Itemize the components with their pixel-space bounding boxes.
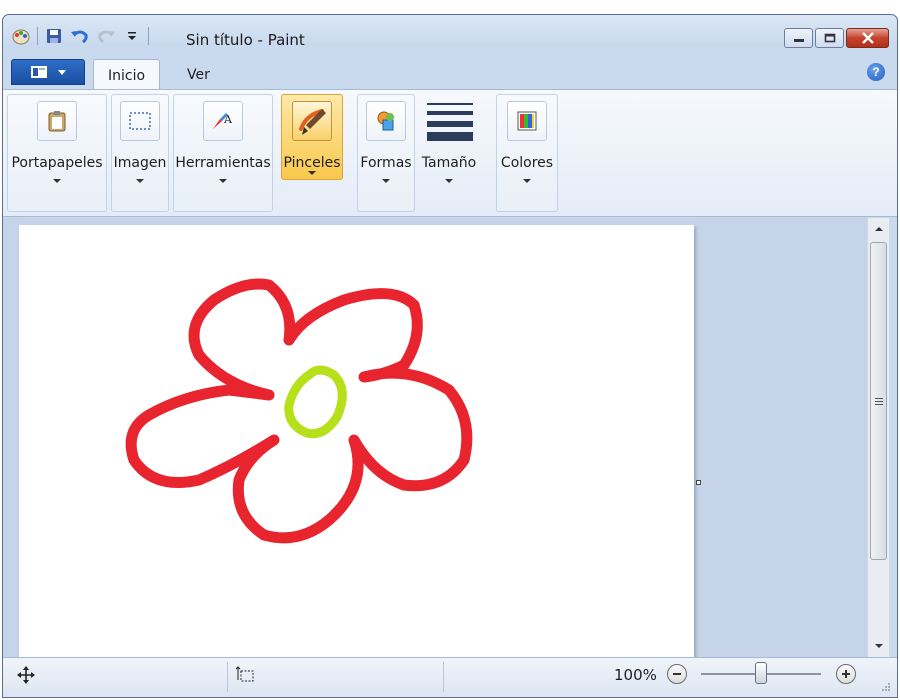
minus-icon <box>673 673 681 675</box>
group-label: Colores <box>500 155 554 171</box>
close-button[interactable] <box>846 28 889 48</box>
cursor-position-icon <box>17 666 35 687</box>
window-title: Sin título - Paint <box>186 31 305 49</box>
caption-buttons <box>784 28 889 48</box>
ribbon: Portapapeles Imagen A Herramientas Pince… <box>3 89 897 217</box>
flower-drawing <box>125 278 473 544</box>
colors-icon <box>507 101 547 141</box>
scroll-up-icon[interactable] <box>868 220 890 238</box>
tab-ver[interactable]: Ver <box>173 59 224 90</box>
save-icon[interactable] <box>44 27 64 45</box>
paint-menu-button[interactable] <box>11 59 85 85</box>
maximize-icon <box>824 33 835 43</box>
paint-app-icon[interactable] <box>11 27 31 45</box>
help-icon[interactable]: ? <box>867 63 885 81</box>
resize-grip-icon[interactable] <box>881 681 891 695</box>
shapes-icon <box>366 101 406 141</box>
group-imagen[interactable]: Imagen <box>111 94 169 212</box>
title-bar: Sin título - Paint <box>3 15 897 55</box>
status-divider <box>443 662 444 692</box>
selection-size-icon <box>235 666 255 687</box>
chevron-down-icon <box>136 179 144 183</box>
close-icon <box>861 32 874 44</box>
group-pinceles[interactable]: Pinceles <box>281 94 343 180</box>
group-label: Formas <box>360 155 412 171</box>
group-tamano[interactable]: Tamaño <box>417 94 481 212</box>
paint-window: Sin título - Paint Inicio Ver ? Portapap… <box>2 14 898 698</box>
group-label: Herramientas <box>175 155 271 171</box>
svg-text:A: A <box>223 113 233 126</box>
canvas-workspace <box>3 218 867 657</box>
group-label: Portapapeles <box>11 155 103 171</box>
group-colores[interactable]: Colores <box>496 94 558 212</box>
scroll-down-icon[interactable] <box>868 637 890 655</box>
minimize-button[interactable] <box>784 28 813 48</box>
vertical-scrollbar[interactable] <box>867 218 889 657</box>
drawing-canvas[interactable] <box>19 225 694 657</box>
canvas-resize-handle[interactable] <box>696 480 701 485</box>
tab-inicio[interactable]: Inicio <box>93 59 161 90</box>
group-portapapeles[interactable]: Portapapeles <box>7 94 107 212</box>
app-menu-icon <box>31 66 47 78</box>
chevron-down-icon <box>308 171 316 175</box>
select-icon <box>120 101 160 141</box>
group-label: Pinceles <box>283 155 341 171</box>
clipboard-icon <box>37 101 77 141</box>
chevron-down-icon <box>219 179 227 183</box>
undo-icon[interactable] <box>70 27 90 45</box>
scroll-thumb[interactable] <box>870 242 887 560</box>
zoom-level-text: 100% <box>614 666 657 684</box>
group-formas[interactable]: Formas <box>357 94 415 212</box>
maximize-button[interactable] <box>815 28 844 48</box>
zoom-slider-thumb[interactable] <box>755 662 767 684</box>
tools-icon: A <box>203 101 243 141</box>
chevron-down-icon <box>53 179 61 183</box>
chevron-down-icon <box>523 179 531 183</box>
line-size-icon <box>427 103 473 141</box>
quick-access-toolbar <box>11 27 149 45</box>
group-label: Tamaño <box>421 155 477 171</box>
status-divider <box>227 662 228 692</box>
plus-icon <box>842 670 850 678</box>
zoom-out-button[interactable] <box>667 664 687 684</box>
group-herramientas[interactable]: A Herramientas <box>173 94 273 212</box>
ribbon-tab-row: Inicio Ver ? <box>3 57 897 90</box>
customize-qat-icon[interactable] <box>122 27 142 45</box>
qat-separator <box>148 27 149 45</box>
group-label: Imagen <box>113 155 167 171</box>
zoom-in-button[interactable] <box>836 664 856 684</box>
chevron-down-icon <box>445 179 453 183</box>
grip-icon <box>874 398 883 405</box>
brush-icon <box>292 101 332 141</box>
status-bar: 100% <box>3 657 897 697</box>
chevron-down-icon <box>382 179 390 183</box>
qat-separator <box>37 27 38 45</box>
chevron-down-icon <box>58 70 66 75</box>
redo-icon[interactable] <box>96 27 116 45</box>
minimize-icon <box>793 39 804 42</box>
